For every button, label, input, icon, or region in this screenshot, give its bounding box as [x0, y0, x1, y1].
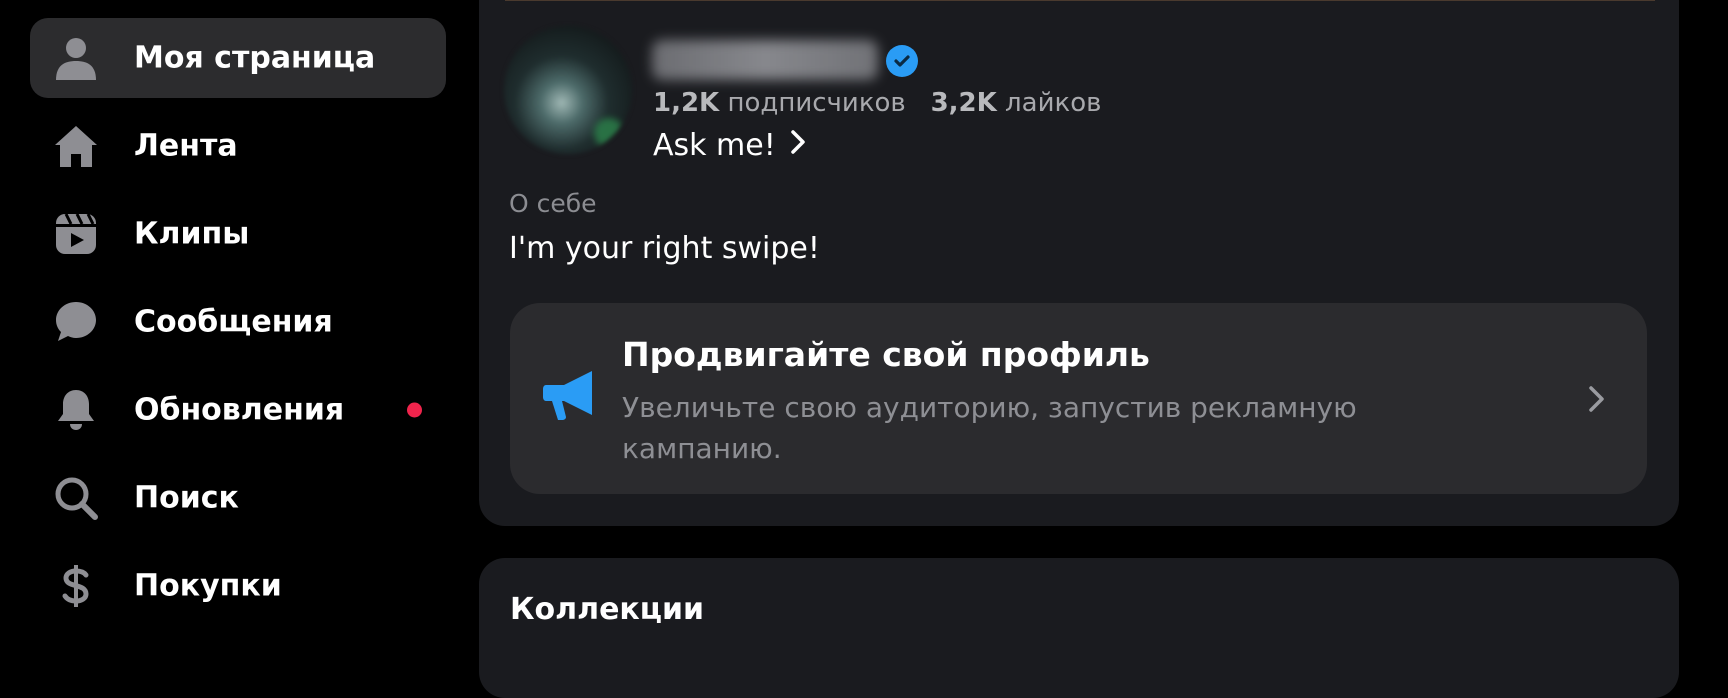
- followers-count: 1,2K: [653, 88, 720, 118]
- cover-image-edge: [505, 0, 1655, 1]
- chevron-right-icon: [1585, 383, 1609, 415]
- verified-badge-icon: [886, 45, 918, 77]
- profile-status-link[interactable]: Ask me!: [653, 128, 806, 163]
- profile-status-text: Ask me!: [653, 128, 776, 163]
- profile-stats: 1,2K подписчиков 3,2K лайков: [653, 88, 1101, 118]
- avatar[interactable]: [504, 26, 632, 154]
- sidebar-item-label: Покупки: [134, 568, 282, 604]
- about-label: О себе: [509, 189, 597, 218]
- search-icon: [52, 474, 100, 522]
- likes-count: 3,2K: [930, 88, 997, 118]
- chevron-right-icon: [790, 128, 806, 163]
- sidebar-item-purchases[interactable]: Покупки: [30, 546, 446, 626]
- sidebar-item-messages[interactable]: Сообщения: [30, 282, 446, 362]
- promo-text: Увеличьте свою аудиторию, запустив рекла…: [622, 391, 1357, 465]
- dollar-icon: [52, 562, 100, 610]
- sidebar-item-label: Клипы: [134, 216, 250, 252]
- message-icon: [52, 298, 100, 346]
- megaphone-icon: [542, 369, 598, 421]
- followers-label: подписчиков: [727, 88, 906, 118]
- sidebar-item-label: Лента: [134, 128, 238, 164]
- sidebar-item-label: Моя страница: [134, 40, 376, 76]
- sidebar: Моя страница Лента Клипы Сообщения Обнов…: [0, 0, 478, 654]
- notification-dot: [407, 402, 422, 418]
- home-icon: [52, 122, 100, 170]
- likes-label: лайков: [1005, 88, 1102, 118]
- collections-card: Коллекции: [479, 558, 1679, 698]
- sidebar-item-clips[interactable]: Клипы: [30, 194, 446, 274]
- sidebar-item-label: Обновления: [134, 392, 345, 428]
- sidebar-item-updates[interactable]: Обновления: [30, 370, 446, 450]
- sidebar-item-label: Поиск: [134, 480, 239, 516]
- bell-icon: [52, 386, 100, 434]
- promote-profile-banner[interactable]: Продвигайте свой профиль Увеличьте свою …: [510, 303, 1647, 494]
- clips-icon: [52, 210, 100, 258]
- profile-name-blurred: [652, 40, 878, 80]
- promo-title: Продвигайте свой профиль: [622, 335, 1150, 374]
- user-icon: [52, 34, 100, 82]
- sidebar-item-feed[interactable]: Лента: [30, 106, 446, 186]
- about-text: I'm your right swipe!: [509, 231, 820, 266]
- sidebar-item-label: Сообщения: [134, 304, 333, 340]
- sidebar-item-my-page[interactable]: Моя страница: [30, 18, 446, 98]
- sidebar-item-search[interactable]: Поиск: [30, 458, 446, 538]
- collections-title: Коллекции: [510, 592, 705, 627]
